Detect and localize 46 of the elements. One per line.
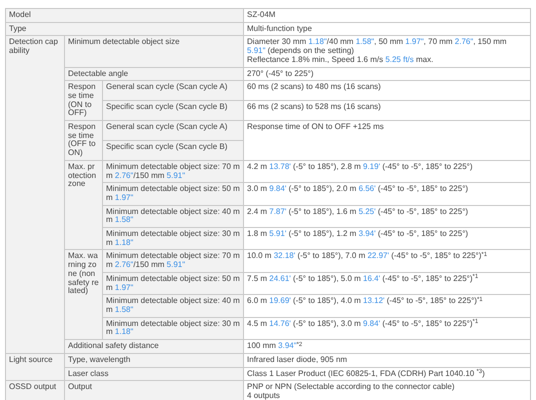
spec-value: 100 mm 3.94"$^{*2}$ xyxy=(244,340,530,354)
spec-label: Model xyxy=(6,8,244,22)
spec-value: 2.4 m 7.87' (-5° to 185°), 1.6 m 5.25' (-45° to -5°, 185° to 225°) xyxy=(244,205,530,228)
spec-label: Minimum detectable object size: 50 mm 1.97" xyxy=(102,182,244,206)
spec-label: Minimum detectable object size: 40 mm 1.58" xyxy=(102,294,244,318)
spec-value: PNP or NPN (Selectable according to the connector cable) 4 outputs xyxy=(244,380,530,400)
spec-label: Additional safety distance xyxy=(64,340,244,354)
spec-label: Detectable angle xyxy=(64,67,244,81)
spec-label: Light source xyxy=(6,353,64,381)
spec-label: Specific scan cycle (Scan cycle B) xyxy=(102,100,244,121)
spec-label: Minimum detectable object size: 30 mm 1.18" xyxy=(102,317,244,340)
spec-label: Minimum detectable object size: 70 mm 2.76"/150 mm 5.91" xyxy=(102,160,244,183)
spec-value: SZ-04M xyxy=(244,8,530,22)
spec-label: Minimum detectable object size: 70 mm 2.76"/150 mm 5.91" xyxy=(102,250,244,272)
spec-label: Type xyxy=(6,22,244,36)
spec-label: Max. warning zone (non safety related) xyxy=(64,250,102,340)
spec-label: Type, wavelength xyxy=(64,353,244,367)
spec-value: 7.5 m 24.61' (-5° to 185°), 5.0 m 16.4' (-45° to -5°, 185° to 225°)$^{*1}$ xyxy=(244,272,530,295)
spec-value: 6.0 m 19.69' (-5° to 185°), 4.0 m 13.12' (-45° to -5°, 185° to 225°)$^{*1}$ xyxy=(244,294,530,318)
spec-label: Minimum detectable object size: 50 mm 1.97" xyxy=(102,272,244,295)
spec-label: Minimum detectable object size: 40 mm 1.58" xyxy=(102,205,244,228)
spec-label: Detection capability xyxy=(6,36,64,354)
spec-value: 270° (-45° to 225°) xyxy=(244,67,530,81)
spec-value: 66 ms (2 scans) to 528 ms (16 scans) xyxy=(244,100,530,121)
spec-label: Specific scan cycle (Scan cycle B) xyxy=(102,140,244,160)
spec-label: Laser class xyxy=(64,367,244,381)
spec-value: 4.5 m 14.76' (-5° to 185°), 3.0 m 9.84' (-45° to -5°, 185° to 225°)$^{*1}$ xyxy=(244,317,530,340)
spec-value: 3.0 m 9.84' (-5° to 185°), 2.0 m 6.56' (-45° to -5°, 185° to 225°) xyxy=(244,182,530,206)
spec-value: 4.2 m 13.78' (-5° to 185°), 2.8 m 9.19' (-45° to -5°, 185° to 225°) xyxy=(244,160,530,183)
spec-value: 60 ms (2 scans) to 480 ms (16 scans) xyxy=(244,80,530,101)
spec-label: OSSD output xyxy=(6,380,64,400)
spec-value: 1.8 m 5.91' (-5° to 185°), 1.2 m 3.94' (-45° to -5°, 185° to 225°) xyxy=(244,228,530,250)
spec-value: 10.0 m 32.18' (-5° to 185°), 7.0 m 22.97' (-45° to -5°, 185° to 225°)$^{*1}$ xyxy=(244,250,530,272)
spec-label: General scan cycle (Scan cycle A) xyxy=(102,120,244,140)
spec-label: Max. protection zone xyxy=(64,160,102,250)
spec-label: Minimum detectable object size xyxy=(64,36,244,68)
spec-label: Response time (ON to OFF) xyxy=(64,80,102,121)
spec-value: Response time of ON to OFF +125 ms xyxy=(244,120,530,160)
spec-value: Infrared laser diode, 905 nm xyxy=(244,353,530,367)
spec-label: Minimum detectable object size: 30 mm 1.18" xyxy=(102,228,244,250)
spec-value: Diameter 30 mm 1.18"/40 mm 1.58", 50 mm 1.97", 70 mm 2.76", 150 mm 5.91" (depends on the setting) Reflectance 1.8% min., Speed 1.6 m/s 5.25 ft/s max. xyxy=(244,36,530,68)
spec-value: Class 1 Laser Product (IEC 60825-1, FDA (CDRH) Part 1040.10 $^{*3}$) xyxy=(244,367,530,381)
spec-label: Output xyxy=(64,380,244,400)
spec-label: General scan cycle (Scan cycle A) xyxy=(102,80,244,101)
spec-label: Response time (OFF to ON) xyxy=(64,120,102,160)
spec-value: Multi-function type xyxy=(244,22,530,36)
